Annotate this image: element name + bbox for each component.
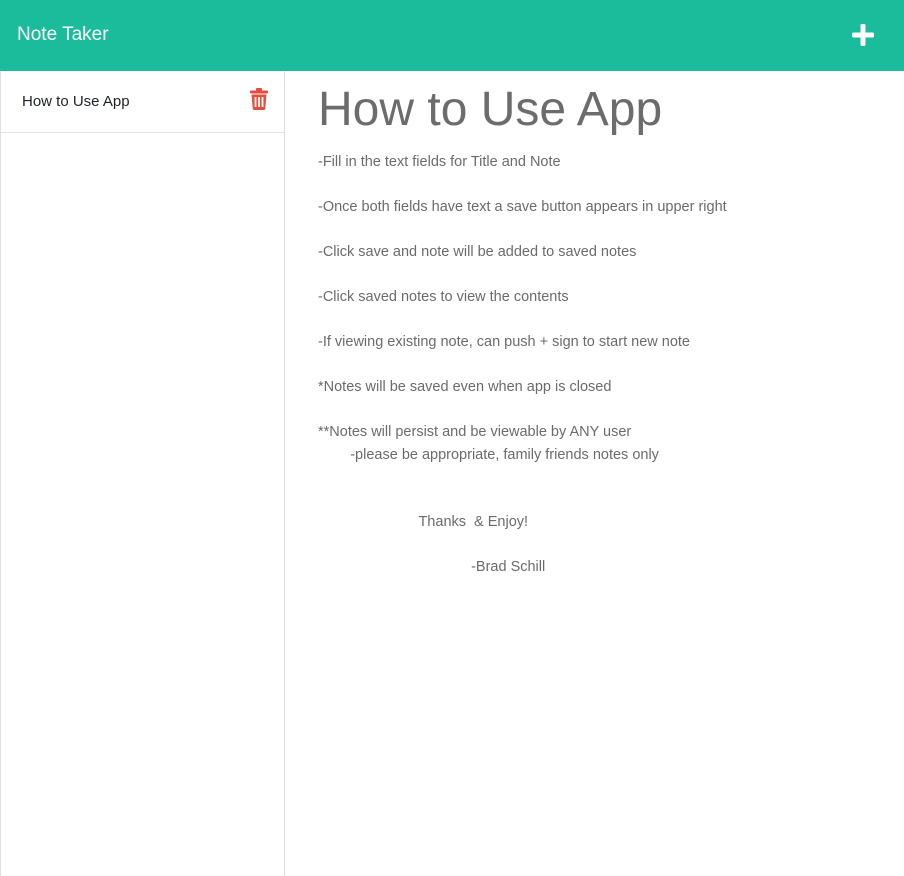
notes-sidebar: How to Use App	[0, 71, 285, 876]
navbar: Note Taker	[0, 0, 904, 71]
note-editor: How to Use App -Fill in the text fields …	[286, 71, 904, 876]
note-list-item[interactable]: How to Use App	[1, 71, 285, 133]
note-title[interactable]: How to Use App	[318, 81, 662, 139]
app-title[interactable]: Note Taker	[17, 22, 109, 48]
new-note-button[interactable]	[846, 18, 880, 52]
trash-icon[interactable]	[250, 88, 268, 110]
plus-icon	[846, 18, 880, 52]
note-text[interactable]: -Fill in the text fields for Title and N…	[318, 151, 878, 579]
note-list-item-title[interactable]: How to Use App	[22, 93, 130, 111]
